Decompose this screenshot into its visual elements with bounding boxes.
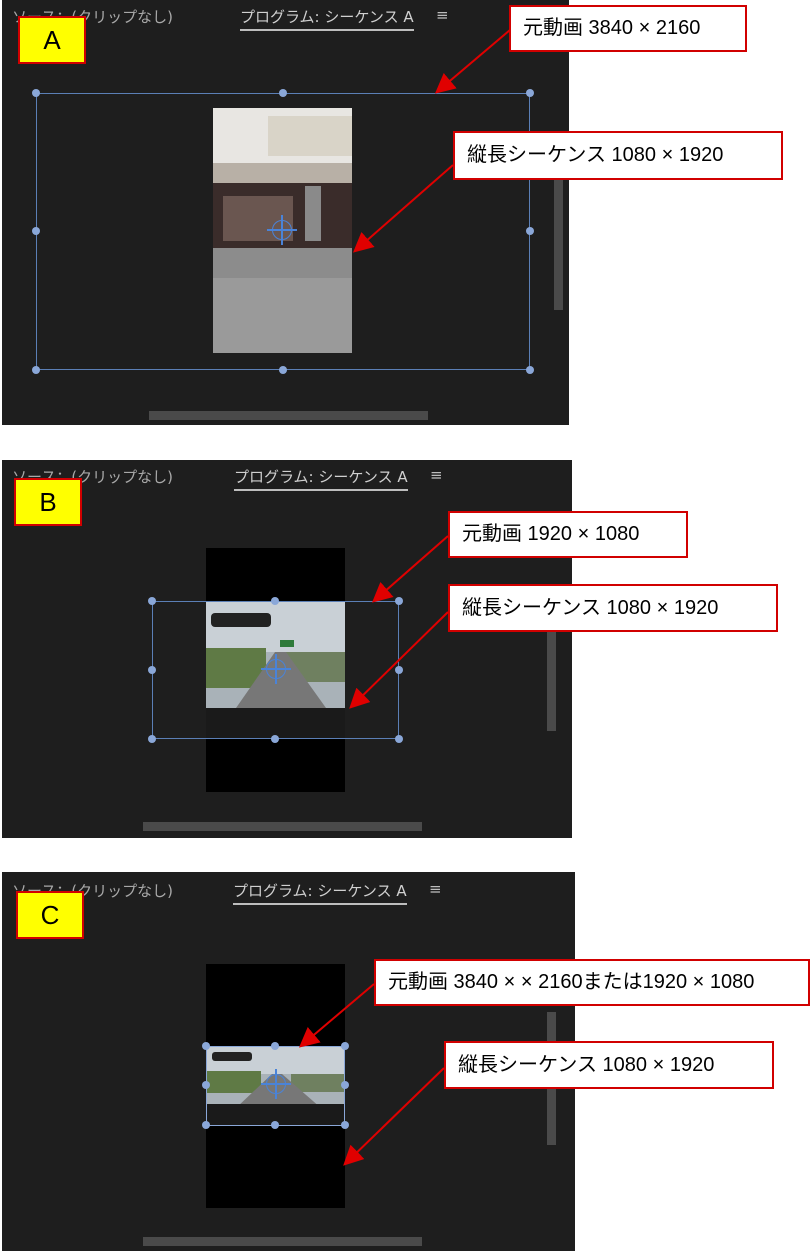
arrow-source-a	[434, 29, 511, 94]
arrow-sequence-b	[349, 611, 449, 709]
arrow-source-c	[298, 983, 375, 1048]
arrow-sequence-a	[352, 164, 454, 253]
arrow-source-b	[371, 535, 449, 603]
arrow-sequence-c	[343, 1067, 445, 1166]
annotation-arrows	[298, 29, 511, 1166]
